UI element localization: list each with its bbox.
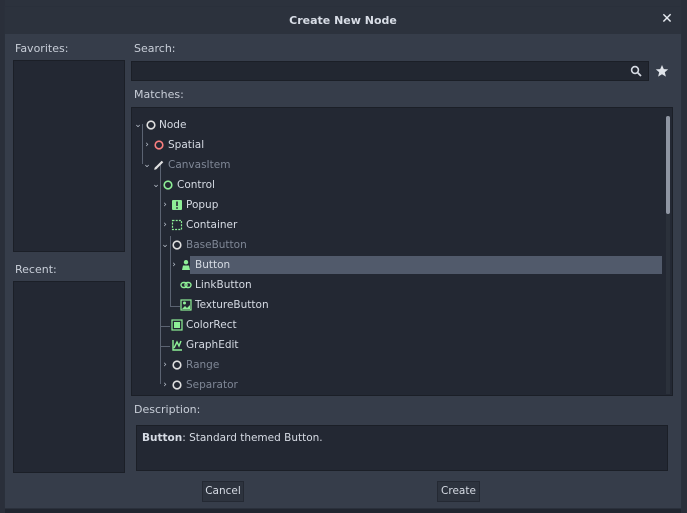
tree-item-node[interactable]: ⌄ Node xyxy=(132,116,660,134)
tree-item-label: Node xyxy=(159,119,187,131)
search-label: Search: xyxy=(134,42,176,55)
chevron-down-icon[interactable]: ⌄ xyxy=(143,160,151,170)
range-circle-icon xyxy=(172,360,182,370)
tree-item-label: TextureButton xyxy=(195,299,269,311)
chevron-down-icon[interactable]: ⌄ xyxy=(161,240,169,250)
tree-item-label: Separator xyxy=(186,379,238,391)
description-node-name: Button xyxy=(142,432,183,444)
graphedit-icon xyxy=(172,340,182,351)
chevron-right-icon[interactable]: › xyxy=(161,360,169,370)
tree-item-canvasitem[interactable]: ⌄ CanvasItem xyxy=(132,156,660,174)
chevron-right-icon[interactable]: › xyxy=(161,200,169,210)
container-icon xyxy=(171,219,183,231)
close-icon[interactable]: ✕ xyxy=(660,12,674,26)
node-tree[interactable]: ⌄ Node › Spatial ⌄ CanvasItem ⌄ Control … xyxy=(131,107,673,396)
search-icon xyxy=(630,65,642,77)
tree-item-label: CanvasItem xyxy=(168,159,231,171)
popup-icon xyxy=(172,200,182,210)
tree-item-linkbutton[interactable]: LinkButton xyxy=(132,276,660,294)
tree-item-label: GraphEdit xyxy=(186,339,239,351)
search-input[interactable] xyxy=(131,61,649,81)
description-label: Description: xyxy=(134,403,201,416)
texturebutton-icon xyxy=(180,299,192,311)
create-new-node-dialog: Create New Node ✕ Favorites: Recent: Sea… xyxy=(4,6,682,509)
tree-item-range[interactable]: › Range xyxy=(132,356,660,374)
tree-item-label: Spatial xyxy=(168,139,205,151)
button-icon xyxy=(182,260,190,270)
basebutton-circle-icon xyxy=(172,240,182,250)
tree-item-label: LinkButton xyxy=(195,279,252,291)
tree-item-label: ColorRect xyxy=(186,319,237,331)
spatial-circle-icon xyxy=(154,140,164,150)
recent-label: Recent: xyxy=(15,263,57,276)
tree-item-container[interactable]: › Container xyxy=(132,216,660,234)
chevron-right-icon[interactable]: › xyxy=(143,140,151,150)
chevron-right-icon[interactable]: › xyxy=(170,260,178,270)
tree-item-label: Button xyxy=(195,259,231,271)
tree-item-colorrect[interactable]: ColorRect xyxy=(132,316,660,334)
tree-item-label: Container xyxy=(186,219,238,231)
separator-circle-icon xyxy=(172,380,182,390)
cancel-button[interactable]: Cancel xyxy=(202,481,244,502)
tree-item-label: BaseButton xyxy=(186,239,247,251)
dialog-titlebar: Create New Node ✕ xyxy=(5,7,681,34)
node-circle-icon xyxy=(146,120,156,130)
chevron-right-icon[interactable]: › xyxy=(161,380,169,390)
pencil-icon xyxy=(154,160,164,170)
description-text: : Standard themed Button. xyxy=(182,432,323,444)
tree-item-spatial[interactable]: › Spatial xyxy=(132,136,660,154)
description-box: Button: Standard themed Button. xyxy=(136,425,668,471)
dialog-title: Create New Node xyxy=(289,14,397,27)
colorrect-icon xyxy=(171,319,183,331)
tree-item-control[interactable]: ⌄ Control xyxy=(132,176,660,194)
tree-scrollbar[interactable] xyxy=(666,116,670,394)
tree-item-label: Control xyxy=(177,179,215,191)
tree-item-popup[interactable]: › Popup xyxy=(132,196,660,214)
tree-item-label: Range xyxy=(186,359,220,371)
tree-item-label: Popup xyxy=(186,199,219,211)
tree-item-texturebutton[interactable]: TextureButton xyxy=(132,296,660,314)
favorites-label: Favorites: xyxy=(15,42,69,55)
link-icon xyxy=(180,281,192,289)
tree-scrollbar-thumb[interactable] xyxy=(666,116,670,214)
matches-label: Matches: xyxy=(134,88,184,101)
control-circle-icon xyxy=(163,180,173,190)
chevron-right-icon[interactable]: › xyxy=(161,220,169,230)
selection-highlight xyxy=(190,256,662,274)
chevron-down-icon[interactable]: ⌄ xyxy=(152,180,160,190)
tree-item-basebutton[interactable]: ⌄ BaseButton xyxy=(132,236,660,254)
tree-item-graphedit[interactable]: GraphEdit xyxy=(132,336,660,354)
tree-item-separator[interactable]: › Separator xyxy=(132,376,660,394)
chevron-down-icon[interactable]: ⌄ xyxy=(134,120,142,130)
create-button[interactable]: Create xyxy=(437,481,480,502)
tree-item-button[interactable]: › Button xyxy=(132,256,662,274)
recent-list[interactable] xyxy=(13,281,125,473)
favorites-list[interactable] xyxy=(13,60,125,252)
favorite-star-icon[interactable] xyxy=(654,63,670,79)
